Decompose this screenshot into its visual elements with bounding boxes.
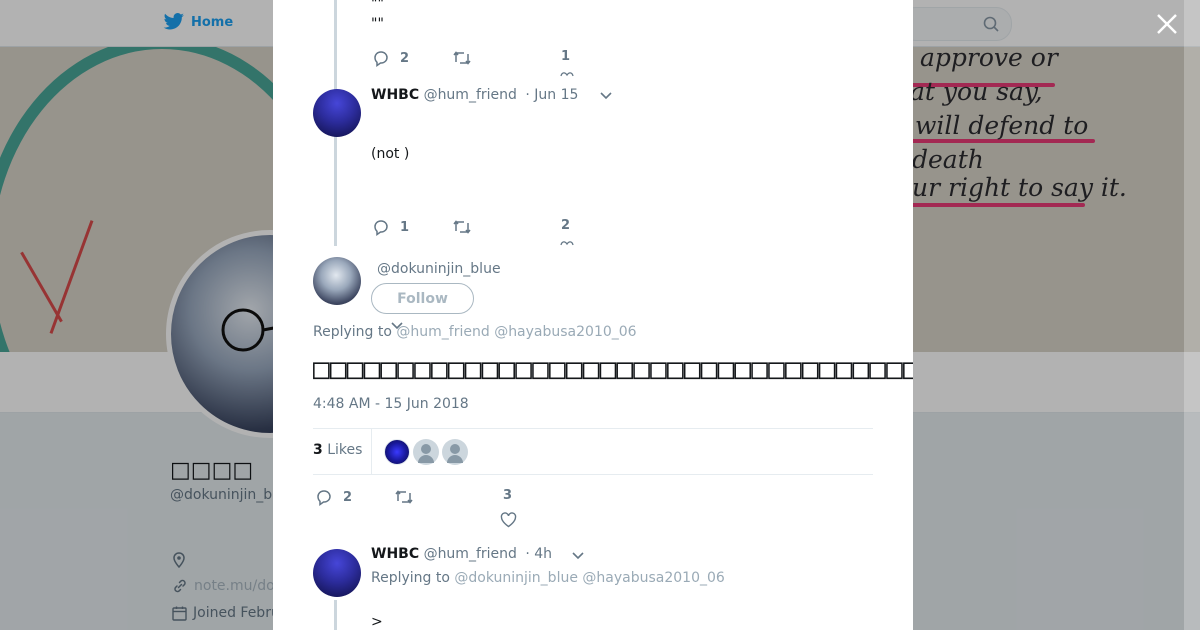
replying-to: Replying to @hum_friend @hayabusa2010_06 [313,324,637,340]
reply-action[interactable]: 2 [315,488,352,506]
mention-link[interactable]: @hayabusa2010_06 [582,570,724,586]
tweet-author[interactable]: WHBC @hum_friend · 4h [371,546,552,562]
like-icon[interactable] [560,71,574,77]
author-name: WHBC [371,87,420,103]
tweet-text: > [371,614,383,630]
like-count: 3 [503,488,513,503]
tweet-modal: "" "" 2 1 WHBC @hum_friend · Jun 15 (not… [273,0,913,630]
chevron-down-icon[interactable] [600,92,612,100]
author-name: WHBC [371,546,420,562]
replying-prefix: Replying to [313,324,392,340]
author-handle[interactable]: @dokuninjin_blue [377,261,501,277]
main-tweet-text: □□□□□□□□□□□□□□□□□□□□□□□□□□□□□□□□□□□□□□□□… [313,352,913,385]
reply-count: 2 [400,50,410,66]
like-action[interactable]: 3 [503,488,512,503]
liker-avatar[interactable] [384,439,410,465]
retweet-icon[interactable] [394,489,414,505]
likes-stat[interactable]: 3 Likes [313,442,362,458]
close-icon[interactable] [1155,12,1179,36]
mention-link[interactable]: @hum_friend [396,324,489,340]
tweet-time: · Jun 15 [525,87,579,103]
like-action[interactable]: 1 [561,49,570,64]
likes-count: 3 [313,442,323,458]
reply-icon [317,490,331,506]
avatar[interactable] [313,257,361,305]
tweet-text: (not ) [371,146,410,162]
author-handle: @hum_friend [423,546,517,562]
tweet-time: · 4h [525,546,553,562]
liker-avatar[interactable] [442,439,468,465]
reply-action[interactable]: 1 [372,218,409,236]
reply-icon [374,51,388,67]
follow-button[interactable]: Follow [371,283,474,314]
retweet-icon[interactable] [452,219,472,235]
avatar[interactable] [313,549,361,597]
avatar[interactable] [313,89,361,137]
thread-line [334,600,337,630]
page-scrollbar[interactable] [1184,0,1200,630]
mention-link[interactable]: @dokuninjin_blue [454,570,578,586]
likes-row: 3 Likes [313,428,873,475]
like-action[interactable]: 2 [561,218,570,233]
reply-icon [374,220,388,236]
reply-count: 1 [400,219,410,235]
tweet-text-line: "" [371,0,384,12]
divider [371,429,372,474]
replying-to: Replying to @dokuninjin_blue @hayabusa20… [371,570,725,586]
main-tweet-timestamp[interactable]: 4:48 AM - 15 Jun 2018 [313,396,469,412]
retweet-icon[interactable] [452,50,472,66]
like-icon[interactable] [500,512,517,528]
like-icon[interactable] [560,240,574,246]
tweet-author[interactable]: WHBC @hum_friend · Jun 15 [371,87,578,103]
tweet-text-line: "" [371,16,384,32]
likes-label: Likes [327,442,363,458]
like-count: 1 [561,49,571,64]
chevron-down-icon[interactable] [572,552,584,560]
liker-avatar[interactable] [413,439,439,465]
like-count: 2 [561,218,571,233]
replying-prefix: Replying to [371,570,450,586]
author-handle: @hum_friend [423,87,517,103]
reply-action[interactable]: 2 [372,49,409,67]
mention-link[interactable]: @hayabusa2010_06 [494,324,636,340]
reply-count: 2 [343,489,353,505]
